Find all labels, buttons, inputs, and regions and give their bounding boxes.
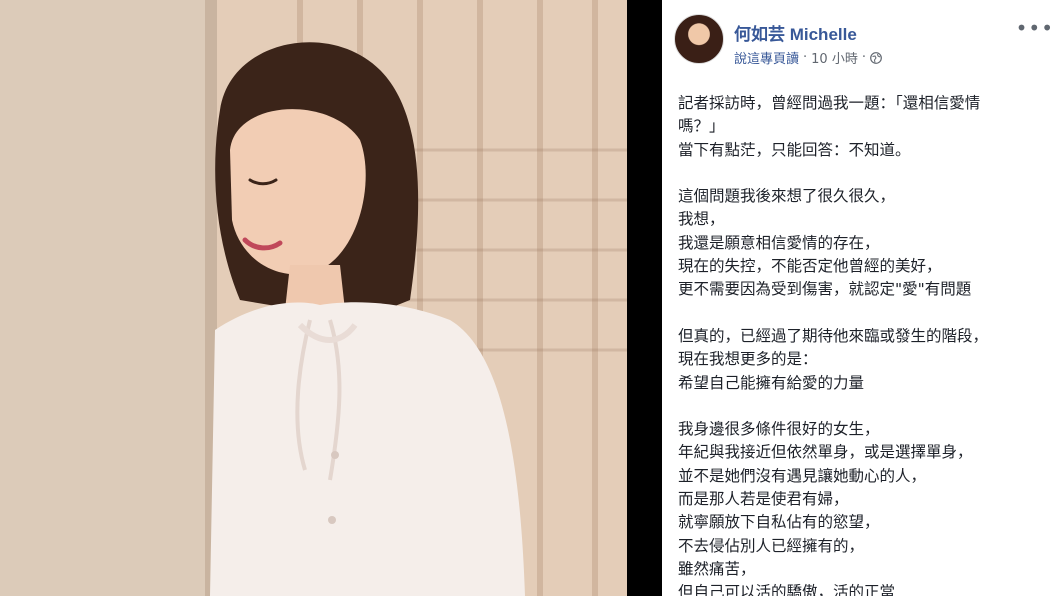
divider [627,0,662,596]
meta-separator: · [803,50,808,65]
post-line: 就寧願放下自私佔有的慾望， [678,513,880,532]
post-line: 嗎？」 [678,117,725,136]
meta-separator-2: · [861,50,866,65]
post-line: 我還是願意相信愛情的存在， [678,233,880,252]
post-line: 當下有點茫，只能回答：不知道。 [678,140,911,159]
author-name[interactable]: 何如芸 Michelle [734,20,857,45]
post-line: 更不需要因為受到傷害，就認定"愛"有問題 [678,280,972,299]
post-line: 我身邊很多條件很好的女生， [678,420,880,439]
post-line: 但真的，已經過了期待他來臨或發生的階段， [678,326,989,345]
facebook-post: 何如芸 Michelle 說這專頁讀 · 10 小時 · ••• 記者採訪時，曾… [662,0,1060,596]
post-body: 記者採訪時，曾經問過我一題：「還相信愛情 嗎？」 當下有點茫，只能回答：不知道。… [678,92,1048,596]
post-photo[interactable] [0,0,627,596]
post-line: 而是那人若是使君有婦， [678,490,849,509]
post-timestamp[interactable]: 10 小時 [811,48,858,67]
photo-illustration [0,0,627,596]
post-line: 我想， [678,210,725,229]
post-line: 這個問題我後來想了很久很久， [678,187,896,206]
post-header: 何如芸 Michelle 說這專頁讀 · 10 小時 · ••• [674,14,1060,70]
screenshot-root: 何如芸 Michelle 說這專頁讀 · 10 小時 · ••• 記者採訪時，曾… [0,0,1060,596]
post-line: 並不是她們沒有遇見讓她動心的人， [678,466,927,485]
post-line: 現在的失控，不能否定他曾經的美好， [678,257,942,276]
more-options-icon[interactable]: ••• [1016,16,1054,40]
post-meta: 說這專頁讀 · 10 小時 · [734,48,882,67]
post-line: 希望自己能擁有給愛的力量 [678,373,865,392]
post-line: 但自己可以活的驕傲，活的正當 [678,583,896,596]
post-line: 雖然痛苦， [678,559,756,578]
post-line: 記者採訪時，曾經問過我一題：「還相信愛情 [678,94,981,112]
post-line: 現在我想更多的是： [678,350,818,369]
globe-icon [870,51,882,64]
post-line: 不去侵佔別人已經擁有的， [678,536,865,555]
author-avatar[interactable] [674,14,724,64]
shared-by-link[interactable]: 說這專頁讀 [734,48,799,67]
post-line: 年紀與我接近但依然單身，或是選擇單身， [678,443,973,462]
